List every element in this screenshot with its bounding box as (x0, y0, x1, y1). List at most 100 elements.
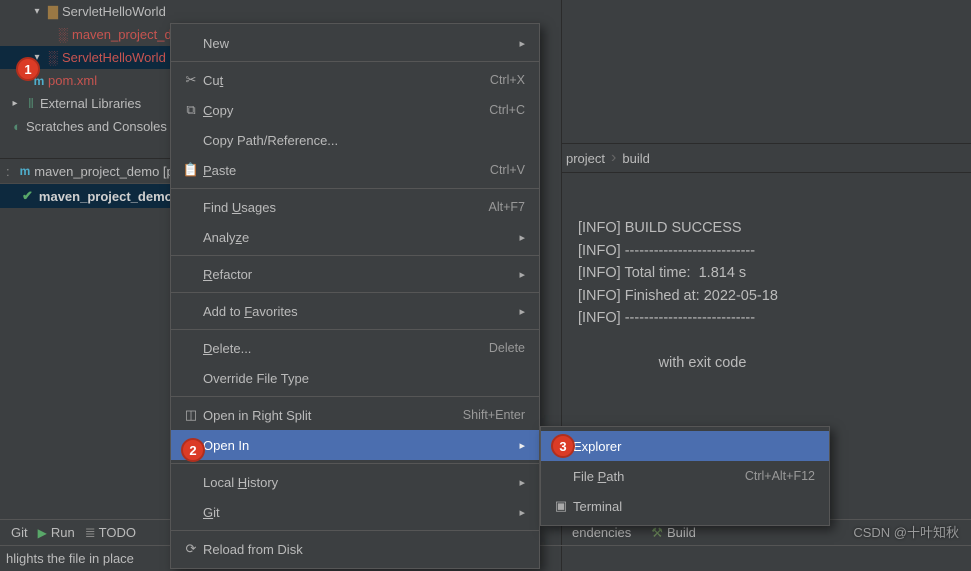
menu-refactor[interactable]: Refactor ▸ (171, 259, 539, 289)
tree-label: ServletHelloWorld (62, 4, 166, 19)
menu-open-in[interactable]: Open In ▸ (171, 430, 539, 460)
tab-run[interactable]: ▶ Run (38, 525, 75, 540)
chevron-right-icon: ▸ (519, 439, 525, 452)
menu-separator (171, 255, 539, 256)
play-icon: ▶ (38, 526, 47, 540)
menu-shortcut: Ctrl+Alt+F12 (745, 469, 815, 483)
menu-override-file-type[interactable]: Override File Type (171, 363, 539, 393)
callout-badge-2: 2 (181, 438, 205, 462)
chevron-right-icon: ▸ (519, 476, 525, 489)
submenu-file-path[interactable]: File Path Ctrl+Alt+F12 (541, 461, 829, 491)
menu-label: Find Usages (203, 200, 489, 215)
menu-local-history[interactable]: Local History ▸ (171, 467, 539, 497)
menu-label: Paste (203, 163, 490, 178)
folder-icon: ▇ (44, 4, 62, 20)
menu-shortcut: Delete (489, 341, 525, 355)
list-icon: ≣ (85, 525, 96, 541)
menu-separator (171, 329, 539, 330)
menu-label: Refactor (203, 267, 511, 282)
check-icon: ✔ (22, 188, 33, 204)
chevron-right-icon: ▸ (519, 37, 525, 50)
open-in-submenu: Explorer File Path Ctrl+Alt+F12 ▣ Termin… (540, 426, 830, 526)
collapse-icon: : (6, 164, 10, 179)
tab-label: Run (51, 525, 75, 540)
menu-label: Open in Right Split (203, 408, 463, 423)
output-line: [INFO] BUILD SUCCESS (578, 220, 742, 236)
tab-todo[interactable]: ≣ TODO (85, 525, 136, 541)
chevron-right-icon: ▸ (519, 305, 525, 318)
menu-add-favorites[interactable]: Add to Favorites ▸ (171, 296, 539, 326)
menu-label: Reload from Disk (203, 542, 525, 557)
output-line: [INFO] --------------------------- (578, 310, 755, 326)
menu-open-right-split[interactable]: ◫ Open in Right Split Shift+Enter (171, 400, 539, 430)
callout-badge-1: 1 (16, 57, 40, 81)
menu-label: Override File Type (203, 371, 525, 386)
context-menu: New ▸ ✂ Cut Ctrl+X ⧉ Copy Ctrl+C Copy Pa… (170, 23, 540, 569)
scratches-icon: ◐ (8, 119, 26, 134)
menu-label: Cut (203, 73, 490, 88)
menu-copy[interactable]: ⧉ Copy Ctrl+C (171, 95, 539, 125)
tab-label: TODO (99, 525, 136, 540)
menu-label: Add to Favorites (203, 304, 511, 319)
submenu-terminal[interactable]: ▣ Terminal (541, 491, 829, 521)
output-line: [INFO] Finished at: 2022-05-18 (578, 288, 778, 304)
menu-label: Explorer (573, 439, 815, 454)
menu-label: File Path (573, 469, 745, 484)
library-icon: ⫴ (22, 96, 40, 112)
tree-label: pom.xml (48, 73, 97, 88)
chevron-right-icon: › (611, 149, 616, 167)
menu-label: Git (203, 505, 511, 520)
menu-separator (171, 61, 539, 62)
menu-new[interactable]: New ▸ (171, 28, 539, 58)
tree-label: External Libraries (40, 96, 141, 111)
menu-reload-from-disk[interactable]: ⟳ Reload from Disk (171, 534, 539, 564)
menu-label: Copy Path/Reference... (203, 133, 525, 148)
chevron-right-icon: ▸ (519, 231, 525, 244)
submenu-explorer[interactable]: Explorer (541, 431, 829, 461)
reload-icon: ⟳ (179, 541, 203, 557)
menu-analyze[interactable]: Analyze ▸ (171, 222, 539, 252)
chevron-right-icon: ▸ (519, 506, 525, 519)
menu-label: Open In (203, 438, 511, 453)
menu-label: Local History (203, 475, 511, 490)
callout-badge-3: 3 (551, 434, 575, 458)
watermark: CSDN @十叶知秋 (853, 522, 959, 541)
menu-label: Delete... (203, 341, 489, 356)
output-line: with exit code (578, 355, 746, 371)
breadcrumb-item[interactable]: project (566, 151, 605, 166)
archive-icon: ░ (54, 27, 72, 42)
menu-find-usages[interactable]: Find Usages Alt+F7 (171, 192, 539, 222)
copy-icon: ⧉ (179, 102, 203, 118)
menu-paste[interactable]: 📋 Paste Ctrl+V (171, 155, 539, 185)
archive-icon: ░ (44, 50, 62, 65)
breadcrumb-item[interactable]: build (622, 151, 649, 166)
menu-delete[interactable]: Delete... Delete (171, 333, 539, 363)
menu-shortcut: Alt+F7 (489, 200, 525, 214)
tree-label: ServletHelloWorld (62, 50, 166, 65)
breadcrumb: project › build (562, 143, 971, 173)
menu-separator (171, 292, 539, 293)
tree-label: Scratches and Consoles (26, 119, 167, 134)
chevron-right-icon: ▸ (519, 268, 525, 281)
menu-label: Analyze (203, 230, 511, 245)
chevron-down-icon: ▾ (30, 6, 44, 17)
menu-shortcut: Ctrl+C (489, 103, 525, 117)
menu-cut[interactable]: ✂ Cut Ctrl+X (171, 65, 539, 95)
console-output: [INFO] BUILD SUCCESS [INFO] ------------… (578, 195, 971, 397)
tab-git[interactable]: Git (11, 525, 28, 540)
menu-label: Copy (203, 103, 489, 118)
menu-separator (171, 463, 539, 464)
tree-item-servlethelloworld-folder[interactable]: ▾ ▇ ServletHelloWorld (0, 0, 420, 23)
terminal-icon: ▣ (549, 498, 573, 514)
menu-separator (171, 188, 539, 189)
menu-copy-path[interactable]: Copy Path/Reference... (171, 125, 539, 155)
menu-separator (171, 530, 539, 531)
chevron-right-icon: ▸ (8, 98, 22, 109)
cut-icon: ✂ (179, 72, 203, 88)
menu-shortcut: Ctrl+V (490, 163, 525, 177)
status-text: hlights the file in place (6, 551, 134, 566)
menu-label: Terminal (573, 499, 815, 514)
menu-git[interactable]: Git ▸ (171, 497, 539, 527)
output-line: [INFO] Total time: 1.814 s (578, 265, 746, 281)
menu-separator (171, 396, 539, 397)
